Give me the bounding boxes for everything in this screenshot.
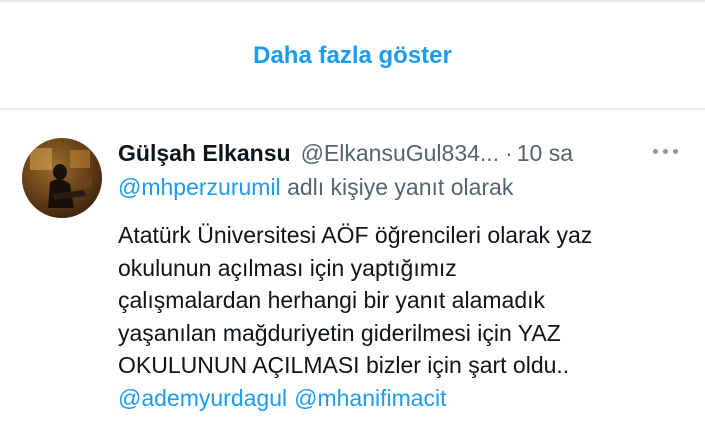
show-more-button[interactable]: Daha fazla göster — [0, 4, 705, 108]
header-separator: · — [505, 139, 513, 166]
top-divider — [0, 0, 705, 2]
tweet-timestamp[interactable]: 10 sa — [517, 140, 573, 167]
tweet-text: Atatürk Üniversitesi AÖF öğrencileri ola… — [118, 219, 698, 414]
more-horizontal-icon[interactable] — [651, 146, 681, 158]
tweet-text-line: Atatürk Üniversitesi AÖF öğrencileri ola… — [118, 222, 593, 248]
tweet-text-line: çalışmalardan herhangi bir yanıt alamadı… — [118, 287, 546, 313]
mention-link[interactable]: @mhanifimacit — [294, 385, 446, 411]
reply-to-suffix: adlı kişiye yanıt olarak — [287, 174, 514, 200]
tweet-text-line: yaşanılan mağduriyetin giderilmesi için … — [118, 319, 561, 346]
mention-link[interactable]: @ademyurdagul — [118, 385, 287, 411]
reply-context: @mhperzurumil adlı kişiye yanıt olarak — [118, 174, 513, 201]
author-handle[interactable]: @ElkansuGul834... — [301, 140, 500, 167]
tweet-mentions: @ademyurdagul @mhanifimacit — [118, 382, 698, 415]
tweet-text-line: okulunun açılması için yaptığımız — [118, 254, 457, 281]
tweet-header: Gülşah Elkansu @ElkansuGul834... · 10 sa — [118, 136, 573, 170]
author-display-name[interactable]: Gülşah Elkansu — [118, 140, 291, 167]
reply-to-mention[interactable]: @mhperzurumil — [118, 174, 281, 200]
avatar[interactable] — [22, 138, 102, 218]
show-more-label: Daha fazla göster — [253, 42, 452, 69]
section-divider — [0, 108, 705, 110]
tweet-text-line: OKULUNUN AÇILMASI bizler için şart oldu.… — [118, 352, 570, 378]
avatar-photo — [22, 138, 102, 218]
